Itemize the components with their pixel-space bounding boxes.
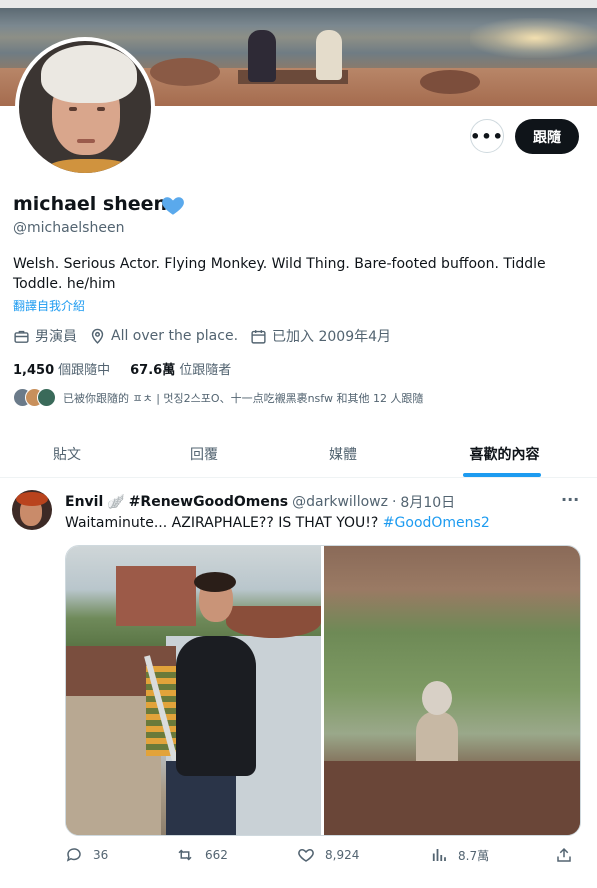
image-old-figure-head <box>422 681 452 715</box>
tab-likes[interactable]: 喜歡的內容 <box>412 430 597 477</box>
post-date[interactable]: 8月10日 <box>400 492 455 512</box>
meta-joined: 已加入 2009年4月 <box>250 326 391 346</box>
wing-emoji-icon: 🪽 <box>107 494 125 510</box>
profile-avatar[interactable] <box>15 37 155 177</box>
post-author-avatar[interactable] <box>12 490 52 530</box>
followers-count-link[interactable]: 67.6萬 位跟隨者 <box>130 359 231 378</box>
avatar-mouth <box>77 139 95 143</box>
image-building <box>116 566 196 626</box>
meta-category-text: 男演員 <box>35 329 77 345</box>
like-count: 8,924 <box>325 848 360 862</box>
meta-joined-text: 已加入 2009年4月 <box>272 329 392 345</box>
post-image-2[interactable] <box>324 546 580 835</box>
views-count: 8.7萬 <box>458 848 490 863</box>
followed-by-link[interactable]: 已被你跟隨的 ㅍㅊ | 멋징2스포O、十一点吃襯黑裹nsfw 和其他 12 人跟… <box>13 388 423 407</box>
repost-button[interactable]: 662 <box>175 846 228 864</box>
banner-sun-glow <box>470 18 597 58</box>
mini-avatar <box>37 388 56 407</box>
post-more-button[interactable]: ··· <box>561 490 579 509</box>
like-button[interactable]: 8,924 <box>297 846 359 864</box>
tab-media[interactable]: 媒體 <box>274 430 412 477</box>
meta-category: 男演員 <box>13 326 77 346</box>
followed-by-text: 已被你跟隨的 ㅍㅊ | 멋징2스포O、十一点吃襯黑裹nsfw 和其他 12 人跟… <box>63 391 424 405</box>
views-bar-chart-icon <box>432 849 446 861</box>
post-image-1[interactable] <box>66 546 321 835</box>
reply-icon <box>66 848 81 862</box>
calendar-icon <box>251 329 266 344</box>
reply-count: 36 <box>93 848 109 862</box>
profile-bio: Welsh. Serious Actor. Flying Monkey. Wil… <box>13 256 546 292</box>
following-label: 個跟隨中 <box>58 363 111 378</box>
location-pin-icon <box>91 328 104 344</box>
post-hashtag-link[interactable]: #GoodOmens2 <box>383 515 490 531</box>
briefcase-icon <box>14 330 29 343</box>
active-tab-indicator <box>463 473 541 477</box>
profile-tabs: 貼文 回覆 媒體 喜歡的內容 <box>0 430 597 478</box>
post-actions: 36 662 8,924 8.7萬 <box>65 846 579 868</box>
avatar-eye <box>97 107 105 111</box>
browser-top-strip <box>0 0 597 8</box>
post-separator: · <box>391 494 397 510</box>
post-text: Waitaminute... AZIRAPHALE?? IS THAT YOU!… <box>65 515 490 531</box>
post-header: Envil 🪽 #RenewGoodOmens @darkwillowz · 8… <box>65 492 455 512</box>
image-man-body <box>176 636 256 776</box>
meta-location-text: All over the place. <box>111 328 239 344</box>
avatar-eye <box>69 107 77 111</box>
image-man-hair <box>194 572 236 592</box>
share-icon <box>557 847 571 862</box>
post-author-handle[interactable]: @darkwillowz <box>292 494 388 510</box>
tab-replies[interactable]: 回覆 <box>134 430 274 477</box>
profile-meta: 男演員 All over the place. 已加入 2009年4月 <box>13 326 403 346</box>
heart-outline-icon <box>298 848 314 862</box>
tab-posts[interactable]: 貼文 <box>0 430 134 477</box>
profile-counts: 1,450 個跟隨中 67.6萬 位跟隨者 <box>13 359 251 378</box>
followers-count: 67.6萬 <box>130 363 176 378</box>
profile-handle: @michaelsheen <box>13 220 125 236</box>
ellipsis-icon: ••• <box>470 126 504 146</box>
followed-by-avatars <box>13 388 56 407</box>
followers-label: 位跟隨者 <box>179 363 232 378</box>
meta-location: All over the place. <box>89 328 238 345</box>
banner-figure-light <box>316 30 342 80</box>
banner-rock <box>150 58 220 86</box>
image-brick-wall <box>324 761 580 835</box>
translate-bio-link[interactable]: 翻譯自我介紹 <box>13 297 85 314</box>
views-button[interactable]: 8.7萬 <box>430 846 489 864</box>
avatar-hair <box>41 45 137 103</box>
repost-icon <box>178 849 192 861</box>
repost-count: 662 <box>205 848 228 862</box>
image-bridge <box>226 606 321 638</box>
post-author-name[interactable]: Envil <box>65 494 103 510</box>
post-avatar-hair <box>16 492 48 506</box>
avatar-collar <box>49 159 129 173</box>
post-body: Waitaminute... AZIRAPHALE?? IS THAT YOU!… <box>65 515 383 531</box>
profile-name: michael sheen <box>13 193 168 215</box>
post-media <box>65 545 581 836</box>
reply-button[interactable]: 36 <box>65 846 108 864</box>
follow-button[interactable]: 跟隨 <box>515 119 579 154</box>
following-count-link[interactable]: 1,450 個跟隨中 <box>13 359 110 378</box>
blue-heart-icon <box>162 197 184 215</box>
banner-rock <box>420 70 480 94</box>
more-options-button[interactable]: ••• <box>470 119 504 153</box>
post-author-tag[interactable]: #RenewGoodOmens <box>129 494 288 510</box>
following-count: 1,450 <box>13 363 55 378</box>
banner-figure-dark <box>248 30 276 82</box>
share-button[interactable] <box>555 846 583 864</box>
ellipsis-icon: ··· <box>561 490 580 509</box>
